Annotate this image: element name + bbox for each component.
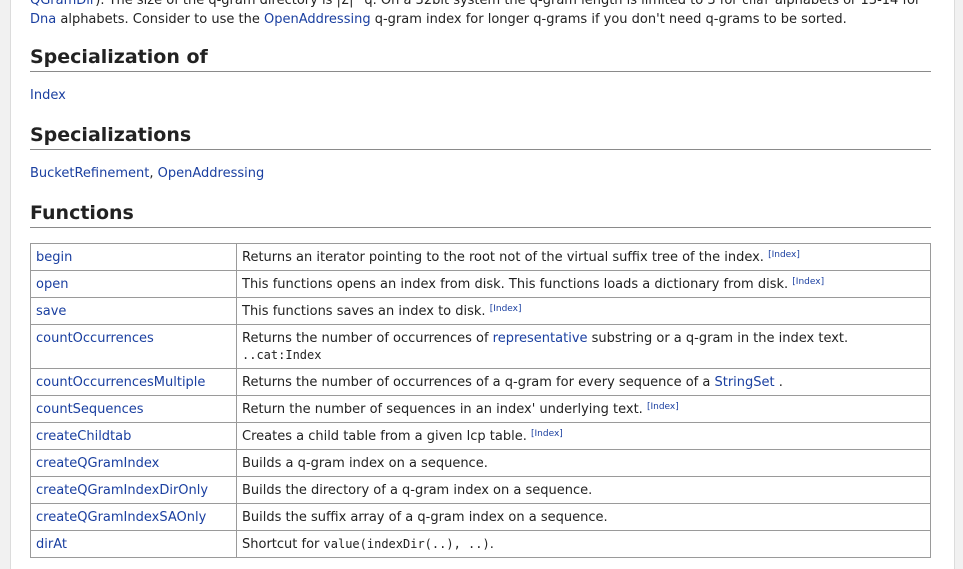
function-desc: Builds a q-gram index on a sequence.	[242, 456, 488, 471]
table-row: createQGramIndex Builds a q-gram index o…	[30, 449, 931, 477]
function-name-cell: dirAt	[30, 530, 237, 558]
function-desc: Return the number of sequences in an ind…	[242, 402, 643, 417]
table-row: createQGramIndexSAOnly Builds the suffix…	[30, 503, 931, 531]
function-link-dirat[interactable]: dirAt	[36, 537, 67, 552]
table-row: countSequences Return the number of sequ…	[30, 395, 931, 423]
bucketrefinement-link[interactable]: BucketRefinement	[30, 166, 149, 181]
function-desc: This functions saves an index to disk.	[242, 304, 486, 319]
separator: ,	[149, 166, 154, 181]
function-desc-cell: Creates a child table from a given lcp t…	[236, 422, 931, 450]
function-link-createqgramindexdironly[interactable]: createQGramIndexDirOnly	[36, 483, 208, 498]
function-desc-cell: Builds the directory of a q-gram index o…	[236, 476, 931, 504]
function-desc: Creates a child table from a given lcp t…	[242, 429, 527, 444]
document-page: QGramDir). The size of the q-gram direct…	[10, 0, 955, 569]
function-desc-end: .	[489, 537, 494, 552]
function-desc-cell: Return the number of sequences in an ind…	[236, 395, 931, 423]
functions-table: begin Returns an iterator pointing to th…	[30, 243, 931, 558]
function-desc-end: .	[778, 375, 783, 390]
function-name-cell: open	[30, 270, 237, 298]
function-desc-cell: Shortcut for value(indexDir(..), ..).	[236, 530, 931, 558]
index-tag-link[interactable]: [Index]	[792, 277, 824, 287]
table-row: begin Returns an iterator pointing to th…	[30, 243, 931, 271]
function-link-begin[interactable]: begin	[36, 250, 72, 265]
index-tag-link[interactable]: [Index]	[490, 304, 522, 314]
function-name-cell: createChildtab	[30, 422, 237, 450]
function-name-cell: createQGramIndexSAOnly	[30, 503, 237, 531]
function-link-createqgramindexsaonly[interactable]: createQGramIndexSAOnly	[36, 510, 206, 525]
function-link-save[interactable]: save	[36, 304, 66, 319]
intro-paragraph: QGramDir). The size of the q-gram direct…	[30, 0, 941, 29]
table-row: createChildtab Creates a child table fro…	[30, 422, 931, 450]
function-link-createchildtab[interactable]: createChildtab	[36, 429, 131, 444]
specializations-heading: Specializations	[30, 124, 931, 150]
shortcut-code: value(indexDir(..), ..)	[323, 537, 490, 551]
function-desc-cell: Builds a q-gram index on a sequence.	[236, 449, 931, 477]
function-name-cell: begin	[30, 243, 237, 271]
table-row: createQGramIndexDirOnly Builds the direc…	[30, 476, 931, 504]
function-desc: Shortcut for	[242, 537, 320, 552]
functions-heading: Functions	[30, 202, 931, 228]
function-link-countoccurrencesmultiple[interactable]: countOccurrencesMultiple	[36, 375, 205, 390]
function-desc-cell: Builds the suffix array of a q-gram inde…	[236, 503, 931, 531]
intro-text: ). The size of the q-gram directory is |…	[95, 0, 738, 8]
table-row: countOccurrences Returns the number of o…	[30, 324, 931, 369]
function-desc-cell: This functions saves an index to disk. […	[236, 297, 931, 325]
table-row: save This functions saves an index to di…	[30, 297, 931, 325]
intro-line-2: Dna alphabets. Consider to use the OpenA…	[30, 10, 941, 29]
stringset-link[interactable]: StringSet	[714, 375, 774, 390]
function-desc: Builds the directory of a q-gram index o…	[242, 483, 593, 498]
function-link-createqgramindex[interactable]: createQGramIndex	[36, 456, 159, 471]
function-name-cell: countOccurrencesMultiple	[30, 368, 237, 396]
function-desc: Returns an iterator pointing to the root…	[242, 250, 764, 265]
openaddressing-spec-link[interactable]: OpenAddressing	[158, 166, 265, 181]
function-name-cell: createQGramIndex	[30, 449, 237, 477]
openaddressing-link[interactable]: OpenAddressing	[264, 12, 371, 27]
cat-code: ..cat:Index	[242, 348, 322, 362]
dna-link[interactable]: Dna	[30, 12, 56, 27]
function-desc-cell: Returns the number of occurrences of a q…	[236, 368, 931, 396]
index-tag-link[interactable]: [Index]	[647, 402, 679, 412]
function-desc: This functions opens an index from disk.…	[242, 277, 789, 292]
index-tag-link[interactable]: [Index]	[768, 250, 800, 260]
intro-text-3: q-gram index for longer q-grams if you d…	[374, 12, 847, 27]
representative-link[interactable]: representative	[493, 331, 588, 346]
index-tag-link[interactable]: [Index]	[531, 429, 563, 439]
intro-text-2: alphabets. Consider to use the	[60, 12, 260, 27]
function-desc-cell: Returns the number of occurrences of rep…	[236, 324, 931, 369]
function-name-cell: createQGramIndexDirOnly	[30, 476, 237, 504]
specialization-of-list: Index	[30, 88, 66, 103]
function-desc: Returns the number of occurrences of a q…	[242, 375, 711, 390]
qgramdir-link[interactable]: QGramDir	[30, 0, 95, 8]
intro-text-end: alphabets or 13-14 for	[774, 0, 921, 8]
function-desc-cell: This functions opens an index from disk.…	[236, 270, 931, 298]
function-link-open[interactable]: open	[36, 277, 68, 292]
function-desc: Returns the number of occurrences of	[242, 331, 489, 346]
table-row: countOccurrencesMultiple Returns the num…	[30, 368, 931, 396]
function-name-cell: save	[30, 297, 237, 325]
char-code: char	[741, 0, 771, 7]
function-link-countsequences[interactable]: countSequences	[36, 402, 144, 417]
specialization-of-heading: Specialization of	[30, 46, 931, 72]
function-link-countoccurrences[interactable]: countOccurrences	[36, 331, 154, 346]
function-name-cell: countOccurrences	[30, 324, 237, 369]
table-row: open This functions opens an index from …	[30, 270, 931, 298]
index-link[interactable]: Index	[30, 88, 66, 103]
table-row: dirAt Shortcut for value(indexDir(..), .…	[30, 530, 931, 558]
function-desc-cell: Returns an iterator pointing to the root…	[236, 243, 931, 271]
intro-line-1: QGramDir). The size of the q-gram direct…	[30, 0, 941, 10]
function-desc: Builds the suffix array of a q-gram inde…	[242, 510, 608, 525]
function-name-cell: countSequences	[30, 395, 237, 423]
function-desc-cont: substring or a q-gram in the index text.	[591, 331, 849, 346]
specializations-list: BucketRefinement, OpenAddressing	[30, 166, 264, 181]
